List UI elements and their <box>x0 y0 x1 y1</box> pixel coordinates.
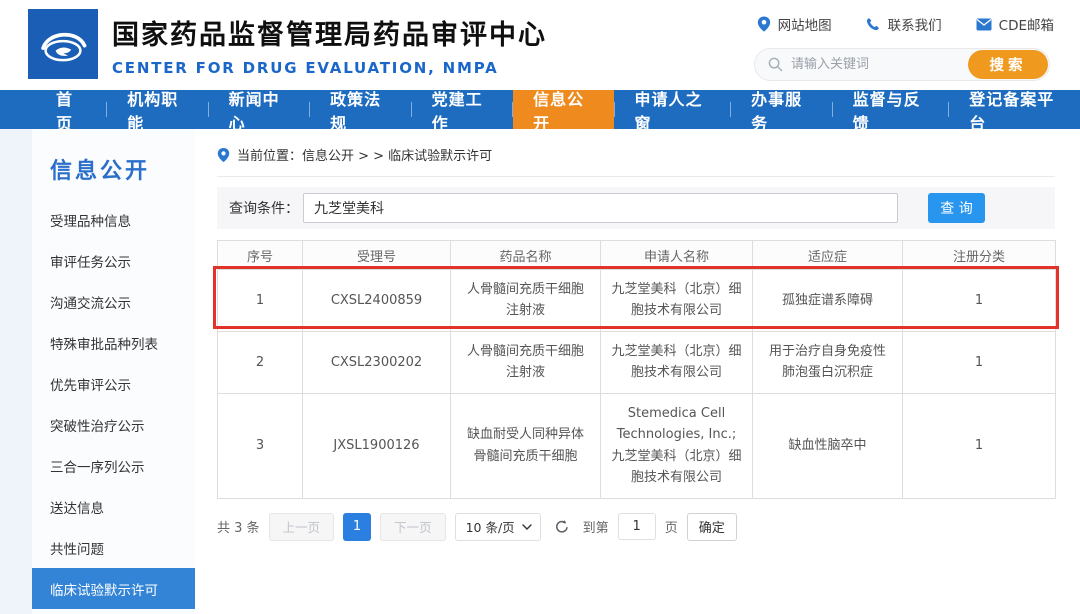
table-row-3: 3 JXSL1900126 缺血耐受人同种异体骨髓间充质干细胞 Stemedic… <box>217 392 1056 499</box>
mail-icon <box>976 18 992 30</box>
next-page-button[interactable]: 下一页 <box>380 512 446 541</box>
site-title-en: CENTER FOR DRUG EVALUATION, NMPA <box>112 59 499 77</box>
prev-page-button[interactable]: 上一页 <box>268 512 335 541</box>
sidebar-item-accepted-varieties[interactable]: 受理品种信息 <box>32 199 195 240</box>
col-header-drug-name: 药品名称 <box>450 240 601 270</box>
pagination-total: 共 3 条 <box>217 521 260 536</box>
goto-page-unit: 页 <box>664 521 678 536</box>
location-pin-icon <box>217 147 230 162</box>
page-number-1[interactable]: 1 <box>343 512 372 541</box>
sidebar-title: 信息公开 <box>50 159 151 184</box>
search-button[interactable]: 搜索 <box>968 50 1048 79</box>
cell-applicant: 九芝堂美科（北京）细胞技术有限公司 <box>600 269 753 332</box>
content-area: 信息公开 受理品种信息 审评任务公示 沟通交流公示 特殊审批品种列表 优先审评公… <box>0 129 1080 614</box>
sidebar-item-delivery-info[interactable]: 送达信息 <box>32 486 195 527</box>
cell-registration-class: 1 <box>902 392 1056 499</box>
col-header-acceptance-no: 受理号 <box>302 240 451 270</box>
sidebar-item-three-in-one-sequence[interactable]: 三合一序列公示 <box>32 445 195 486</box>
cell-registration-class: 1 <box>902 269 1056 332</box>
location-pin-icon <box>757 16 770 32</box>
goto-page-label: 到第 <box>582 521 609 536</box>
cell-applicant: Stemedica Cell Technologies, Inc.;九芝堂美科（… <box>600 392 753 499</box>
nav-item-registration-platform[interactable]: 登记备案平台 <box>949 90 1080 133</box>
nav-item-services[interactable]: 办事服务 <box>731 90 832 133</box>
refresh-icon <box>555 519 568 533</box>
cell-indication: 用于治疗自身免疫性肺泡蛋白沉积症 <box>752 330 903 394</box>
cell-drug-name: 缺血耐受人同种异体骨髓间充质干细胞 <box>450 392 601 499</box>
swan-logo-icon <box>41 32 87 62</box>
query-button[interactable]: 查 询 <box>928 193 985 223</box>
brand-titles: 国家药品监督管理局药品审评中心 CENTER FOR DRUG EVALUATI… <box>112 13 547 77</box>
nav-item-supervision-feedback[interactable]: 监督与反馈 <box>833 90 949 133</box>
chevron-down-icon <box>521 523 532 530</box>
refresh-button[interactable] <box>554 519 570 535</box>
breadcrumb-text: 当前位置：信息公开 > > 临床试验默示许可 <box>237 149 493 164</box>
cde-mail-link-label: CDE邮箱 <box>998 18 1054 34</box>
sidebar-item-common-issues[interactable]: 共性问题 <box>32 527 195 568</box>
cell-indication: 孤独症谱系障碍 <box>752 269 903 332</box>
cell-acceptance-no: JXSL1900126 <box>302 392 451 499</box>
header-quick-links: 网站地图 联系我们 CDE邮箱 <box>757 14 1054 34</box>
sidebar-panel: 信息公开 受理品种信息 审评任务公示 沟通交流公示 特殊审批品种列表 优先审评公… <box>32 129 195 614</box>
sidebar-item-communication[interactable]: 沟通交流公示 <box>32 281 195 322</box>
table-row-2: 2 CXSL2300202 人骨髓间充质干细胞注射液 九芝堂美科（北京）细胞技术… <box>217 330 1056 394</box>
table-row-1: 1 CXSL2400859 人骨髓间充质干细胞注射液 九芝堂美科（北京）细胞技术… <box>217 269 1056 332</box>
page: 国家药品监督管理局药品审评中心 CENTER FOR DRUG EVALUATI… <box>0 0 1080 614</box>
cde-logo <box>28 9 98 79</box>
nav-item-news[interactable]: 新闻中心 <box>209 90 310 133</box>
query-bar: 查询条件： 查 询 <box>217 187 1055 229</box>
main-nav: 首页 机构职能 新闻中心 政策法规 党建工作 信息公开 申请人之窗 办事服务 监… <box>0 90 1080 133</box>
goto-confirm-button[interactable]: 确定 <box>686 512 737 541</box>
cell-seq: 3 <box>217 392 303 499</box>
cell-registration-class: 1 <box>902 330 1056 394</box>
cell-seq: 1 <box>217 269 303 332</box>
site-search: 搜索 <box>754 48 1050 81</box>
table-header-row: 序号 受理号 药品名称 申请人名称 适应症 注册分类 <box>217 240 1056 270</box>
site-title-cn: 国家药品监督管理局药品审评中心 <box>112 20 547 51</box>
sidebar-item-clinical-trial-implied-license[interactable]: 临床试验默示许可 <box>32 568 195 609</box>
sidebar-item-review-tasks[interactable]: 审评任务公示 <box>32 240 195 281</box>
cde-mail-link[interactable]: CDE邮箱 <box>976 14 1054 34</box>
contact-us-link-label: 联系我们 <box>887 18 942 34</box>
pagination: 共 3 条 上一页 1 下一页 10 条/页 到第 1 页 确定 <box>217 512 1055 541</box>
nav-item-party-building[interactable]: 党建工作 <box>412 90 513 133</box>
sidebar-item-breakthrough-therapy[interactable]: 突破性治疗公示 <box>32 404 195 445</box>
page-size-value: 10 条/页 <box>465 520 515 535</box>
cell-drug-name: 人骨髓间充质干细胞注射液 <box>450 269 601 332</box>
nav-item-home[interactable]: 首页 <box>36 90 106 133</box>
col-header-seq: 序号 <box>217 240 303 270</box>
main-panel: 当前位置：信息公开 > > 临床试验默示许可 查询条件： 查 询 序号 受理号 … <box>195 129 1080 614</box>
results-table-wrap: 序号 受理号 药品名称 申请人名称 适应症 注册分类 1 CXSL2400859 <box>213 240 1059 499</box>
nav-item-info-disclosure[interactable]: 信息公开 <box>513 90 614 133</box>
phone-icon <box>866 17 879 30</box>
query-condition-input[interactable] <box>303 193 898 223</box>
cell-acceptance-no: CXSL2400859 <box>302 269 451 332</box>
sidebar-item-priority-review[interactable]: 优先审评公示 <box>32 363 195 404</box>
nav-item-policies[interactable]: 政策法规 <box>310 90 411 133</box>
cell-drug-name: 人骨髓间充质干细胞注射液 <box>450 330 601 394</box>
sitemap-link[interactable]: 网站地图 <box>757 14 832 34</box>
goto-page-input[interactable] <box>617 513 656 540</box>
col-header-applicant: 申请人名称 <box>600 240 753 270</box>
sitemap-link-label: 网站地图 <box>777 18 832 34</box>
cell-applicant: 九芝堂美科（北京）细胞技术有限公司 <box>600 330 753 394</box>
cell-seq: 2 <box>217 330 303 394</box>
search-icon <box>768 57 783 72</box>
query-condition-label: 查询条件： <box>229 201 299 217</box>
col-header-indication: 适应症 <box>752 240 903 270</box>
nav-item-applicant-window[interactable]: 申请人之窗 <box>615 90 731 133</box>
site-header: 国家药品监督管理局药品审评中心 CENTER FOR DRUG EVALUATI… <box>0 0 1080 90</box>
page-size-select[interactable]: 10 条/页 <box>454 512 541 541</box>
sidebar: 信息公开 受理品种信息 审评任务公示 沟通交流公示 特殊审批品种列表 优先审评公… <box>0 129 195 614</box>
cell-indication: 缺血性脑卒中 <box>752 392 903 499</box>
cell-acceptance-no: CXSL2300202 <box>302 330 451 394</box>
nav-item-functions[interactable]: 机构职能 <box>107 90 208 133</box>
sidebar-item-special-approval-list[interactable]: 特殊审批品种列表 <box>32 322 195 363</box>
contact-us-link[interactable]: 联系我们 <box>866 14 942 34</box>
col-header-registration-class: 注册分类 <box>902 240 1056 270</box>
breadcrumb: 当前位置：信息公开 > > 临床试验默示许可 <box>217 145 1055 177</box>
results-table: 序号 受理号 药品名称 申请人名称 适应症 注册分类 1 CXSL2400859 <box>217 240 1056 499</box>
